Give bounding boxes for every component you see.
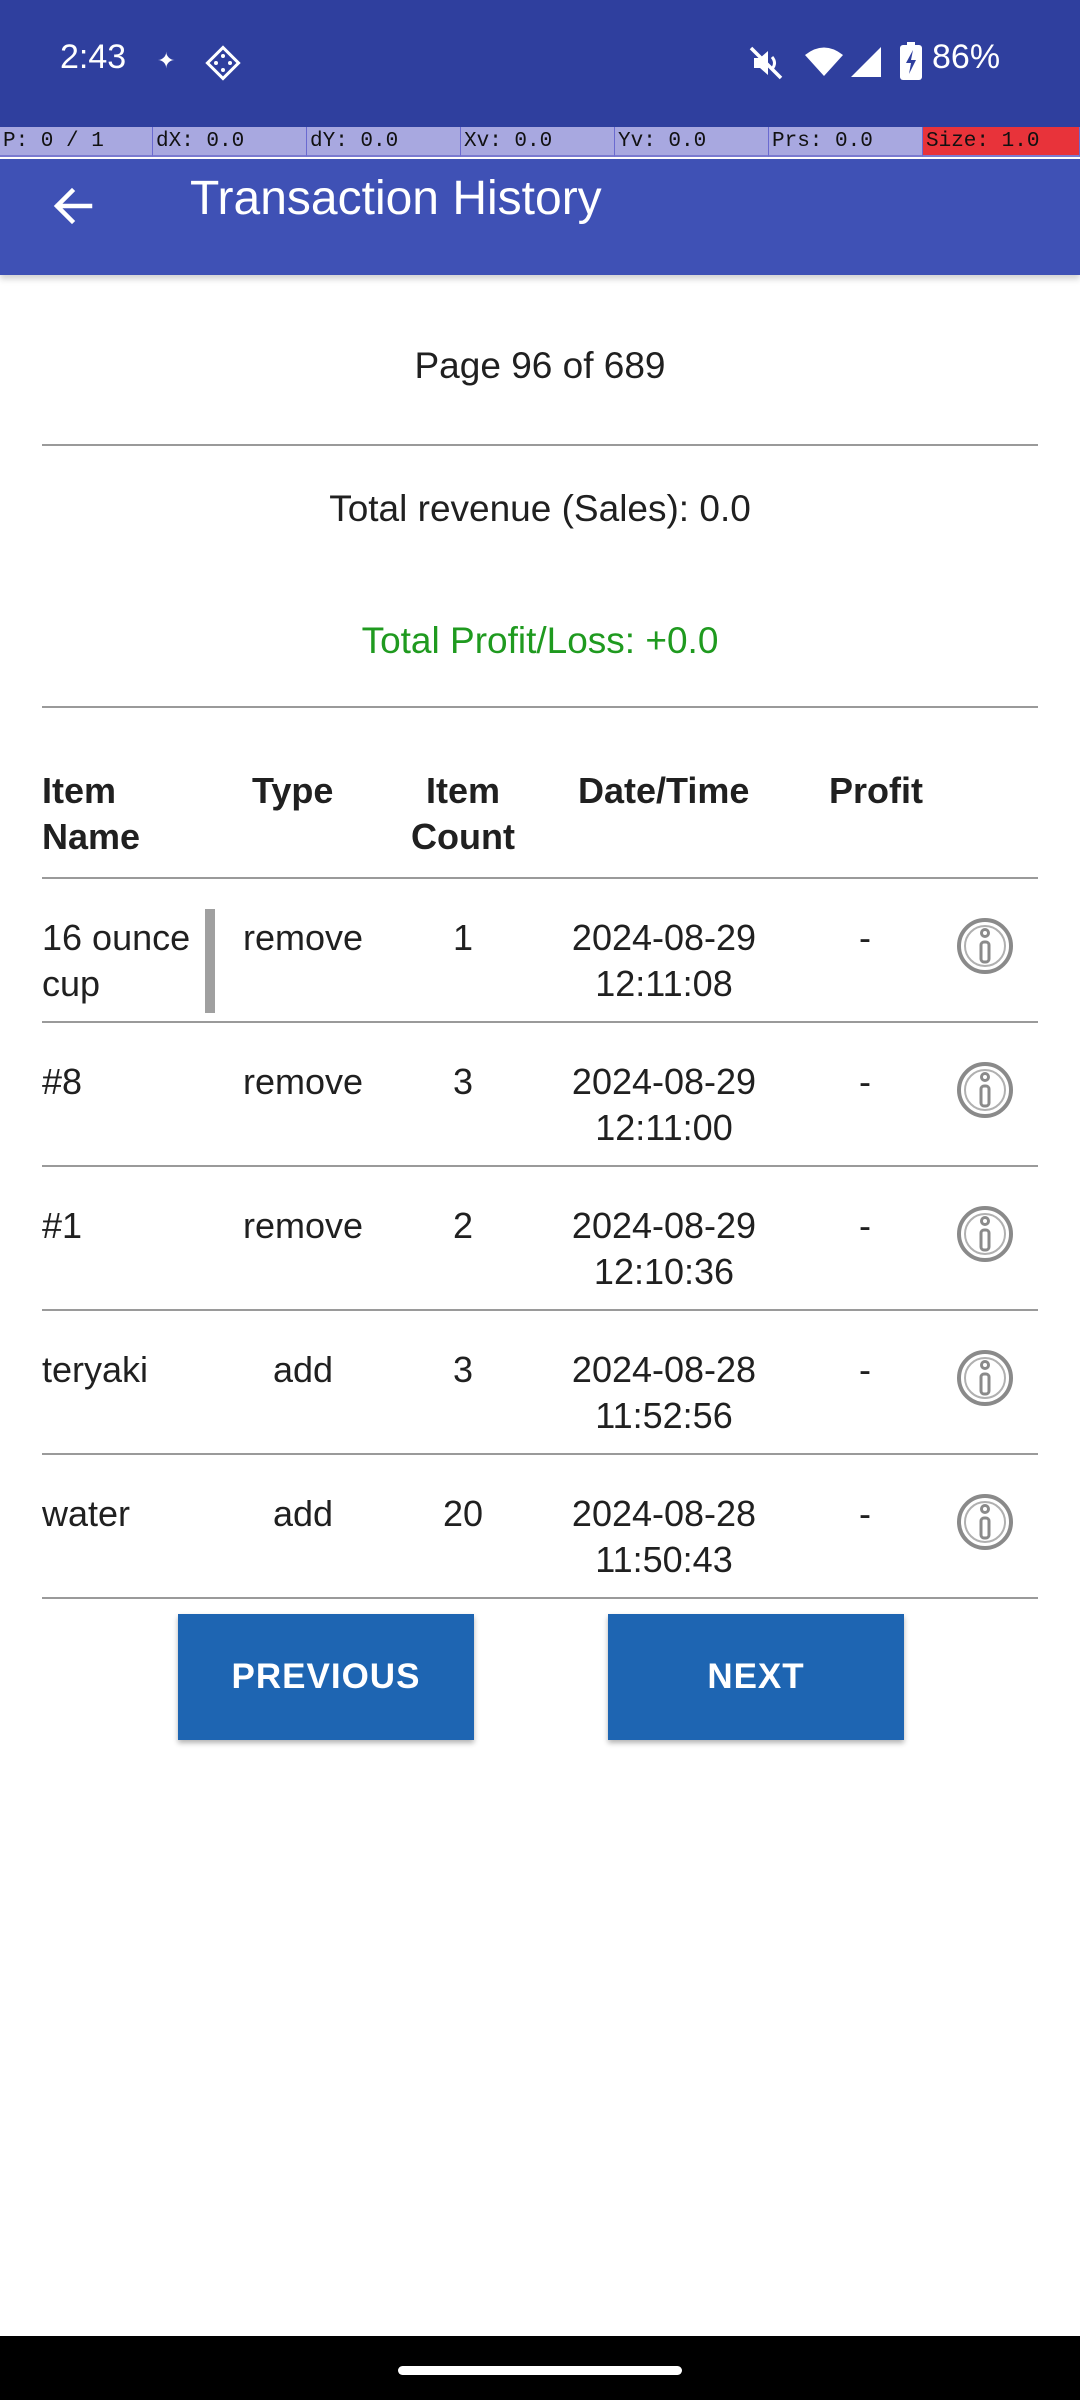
cell-date: 2024-08-28 [571, 1493, 757, 1534]
header-item-count-line2: Count [411, 816, 515, 857]
cell-time: 12:10:36 [593, 1251, 735, 1292]
item-name-line1: teryaki [42, 1349, 149, 1390]
cell-item-count: 20 [442, 1493, 484, 1534]
wifi-icon [805, 47, 843, 76]
cell-type: add [272, 1349, 334, 1390]
page-indicator: Page 96 of 689 [414, 345, 666, 386]
debug-size: Size: 1.0 [923, 127, 1080, 157]
debug-yv: Yv: 0.0 [615, 127, 769, 157]
item-name-line1: #1 [42, 1205, 83, 1246]
cell-item-name: #1 [42, 1203, 212, 1249]
home-gesture-handle[interactable] [398, 2366, 682, 2375]
debug-xv: Xv: 0.0 [461, 127, 615, 157]
info-icon[interactable] [956, 917, 1014, 975]
battery-percent: 86% [932, 38, 1001, 76]
cell-item-count: 2 [452, 1205, 474, 1246]
cell-date-time: 2024-08-29 12:10:36 [540, 1203, 788, 1295]
cell-item-name: 16 ounce cup [42, 915, 212, 1007]
cell-profit: - [859, 917, 871, 958]
cell-item-count: 1 [452, 917, 474, 958]
cell-scrollbar [205, 909, 215, 1013]
table-row[interactable]: teryaki add 3 2024-08-28 11:52:56 - [0, 1311, 1080, 1455]
table-row[interactable]: #1 remove 2 2024-08-29 12:10:36 - [0, 1167, 1080, 1311]
diamond-app-icon [205, 45, 241, 81]
signal-icon [851, 47, 881, 77]
cell-date: 2024-08-28 [571, 1349, 757, 1390]
cell-profit: - [859, 1061, 871, 1102]
table-row[interactable]: 16 ounce cup remove 1 2024-08-29 12:11:0… [0, 879, 1080, 1023]
cell-item-name: water [42, 1491, 212, 1537]
table-row[interactable]: #8 remove 3 2024-08-29 12:11:00 - [0, 1023, 1080, 1167]
cell-time: 12:11:08 [595, 963, 733, 1004]
item-name-line1: water [42, 1493, 131, 1534]
info-icon[interactable] [956, 1205, 1014, 1263]
header-type: Type [252, 770, 334, 811]
item-name-line2: cup [42, 963, 101, 1004]
info-icon[interactable] [956, 1493, 1014, 1551]
header-item-name-line1: Item [42, 770, 117, 811]
next-button[interactable]: NEXT [608, 1614, 904, 1740]
divider [42, 1597, 1038, 1599]
status-bar: 2:43 ✦ 86% [0, 0, 1080, 127]
cell-type: remove [242, 1061, 364, 1102]
info-icon[interactable] [956, 1349, 1014, 1407]
cell-type: remove [242, 917, 364, 958]
cell-item-count: 3 [452, 1061, 474, 1102]
debug-dy: dY: 0.0 [307, 127, 461, 157]
item-name-line1: 16 ounce [42, 917, 191, 958]
cell-time: 11:50:43 [595, 1539, 733, 1580]
battery-charging-icon [900, 42, 922, 80]
pointer-debug-overlay: P: 0 / 1 dX: 0.0 dY: 0.0 Xv: 0.0 Yv: 0.0… [0, 127, 1080, 159]
previous-button[interactable]: PREVIOUS [178, 1614, 474, 1740]
debug-dx: dX: 0.0 [153, 127, 307, 157]
total-revenue: Total revenue (Sales): 0.0 [329, 488, 751, 529]
header-item-count: Item Count [403, 768, 523, 860]
divider [42, 444, 1038, 446]
total-profit-loss: Total Profit/Loss: +0.0 [361, 620, 719, 661]
cell-date-time: 2024-08-28 11:50:43 [540, 1491, 788, 1583]
cell-item-count: 3 [452, 1349, 474, 1390]
sparkle-icon: ✦ [157, 48, 176, 73]
cell-profit: - [859, 1349, 871, 1390]
cell-time: 11:52:56 [595, 1395, 733, 1436]
debug-pointer-count: P: 0 / 1 [0, 127, 153, 157]
divider [42, 706, 1038, 708]
page-title: Transaction History [190, 172, 602, 225]
arrow-back-icon[interactable] [48, 181, 98, 231]
cell-item-name: #8 [42, 1059, 212, 1105]
cell-type: add [272, 1493, 334, 1534]
header-date-time: Date/Time [578, 770, 750, 811]
cell-item-name: teryaki [42, 1347, 212, 1393]
cell-date-time: 2024-08-29 12:11:00 [540, 1059, 788, 1151]
cell-time: 12:11:00 [595, 1107, 733, 1148]
header-item-count-line1: Item [425, 770, 501, 811]
cell-type: remove [242, 1205, 364, 1246]
app-bar: Transaction History [0, 159, 1080, 275]
cell-date-time: 2024-08-29 12:11:08 [540, 915, 788, 1007]
header-item-name-line2: Name [42, 816, 141, 857]
cell-date-time: 2024-08-28 11:52:56 [540, 1347, 788, 1439]
header-profit: Profit [829, 770, 923, 811]
table-row[interactable]: water add 20 2024-08-28 11:50:43 - [0, 1455, 1080, 1599]
mute-icon [749, 46, 783, 80]
cell-profit: - [859, 1493, 871, 1534]
header-item-name: Item Name [42, 768, 140, 860]
status-time: 2:43 [60, 38, 127, 76]
cell-date: 2024-08-29 [571, 1205, 757, 1246]
item-name-line1: #8 [42, 1061, 83, 1102]
cell-date: 2024-08-29 [571, 1061, 757, 1102]
cell-profit: - [859, 1205, 871, 1246]
debug-pressure: Prs: 0.0 [769, 127, 923, 157]
info-icon[interactable] [956, 1061, 1014, 1119]
cell-date: 2024-08-29 [571, 917, 757, 958]
